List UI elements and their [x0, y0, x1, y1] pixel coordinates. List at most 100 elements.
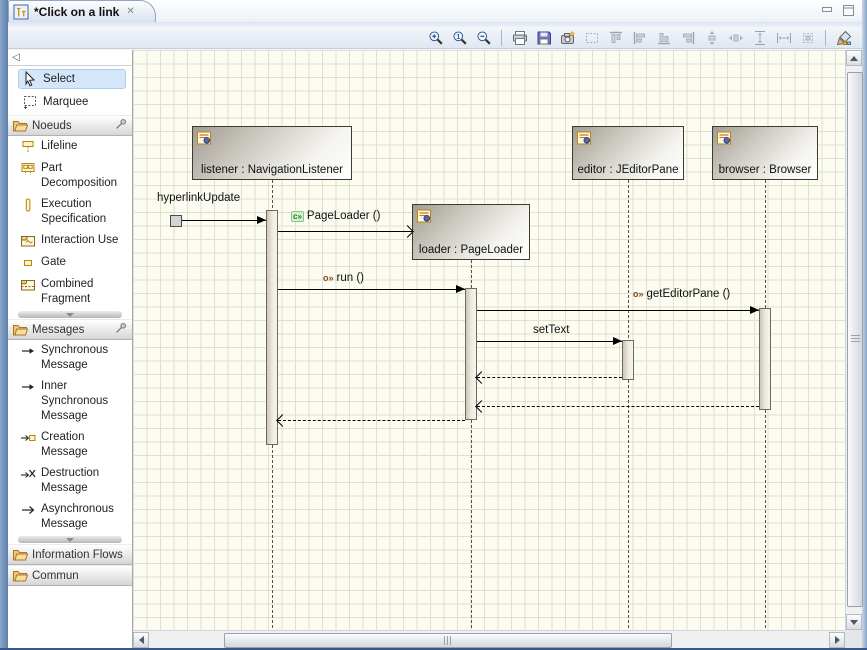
- lifeline-head-listener[interactable]: listener : NavigationListener: [192, 126, 352, 180]
- activation-loader[interactable]: [465, 288, 477, 420]
- distribute-vertical-button: [703, 29, 720, 46]
- palette-item-combined-fragment[interactable]: Combined Fragment: [8, 274, 132, 310]
- palette-tool-label: Select: [43, 73, 75, 85]
- creation-message-badge-icon: c»: [291, 210, 304, 222]
- palette-item-interaction-use[interactable]: Interaction Use: [8, 230, 132, 252]
- message-label-settext[interactable]: setText: [533, 324, 569, 336]
- palette-tool-label: Marquee: [43, 96, 89, 108]
- palette-item-lifeline[interactable]: Lifeline: [8, 136, 132, 158]
- lifeline-name: editor : JEditorPane: [577, 164, 679, 176]
- palette-item-synchronous-message[interactable]: Synchronous Message: [8, 340, 132, 376]
- message-label-geteditorpane[interactable]: o» getEditorPane (): [633, 288, 730, 300]
- lifeline-head-loader[interactable]: loader : PageLoader: [412, 204, 530, 260]
- drawer-label: Noeuds: [32, 119, 72, 132]
- scroll-up-button[interactable]: [846, 50, 862, 66]
- scroll-down-button[interactable]: [846, 614, 862, 630]
- zoom-in-button[interactable]: [427, 29, 444, 46]
- diagram-canvas[interactable]: listener : NavigationListener loader : P…: [133, 50, 845, 630]
- arrowhead-filled: [257, 216, 266, 224]
- match-width-button: [775, 29, 792, 46]
- minimize-view-button[interactable]: [820, 3, 835, 18]
- inner-synchronous-message-icon: [20, 379, 36, 395]
- found-message-endpoint[interactable]: [170, 215, 182, 227]
- svg-text:1: 1: [456, 32, 460, 41]
- palette-drawer-noeuds[interactable]: Noeuds: [8, 115, 132, 136]
- message-label-pageloader[interactable]: c» PageLoader (): [291, 210, 380, 222]
- diagram-toolbar: 1: [8, 27, 862, 49]
- destruction-message-icon: [20, 466, 36, 482]
- message-label-hyperlinkupdate[interactable]: hyperlinkUpdate: [157, 192, 240, 204]
- tab-close-icon[interactable]: ✕: [126, 6, 134, 17]
- lifeline-icon: [20, 139, 36, 155]
- sequence-diagram-icon: [13, 4, 29, 20]
- lifeline-head-icon: [576, 130, 683, 151]
- horizontal-scrollbar-thumb[interactable]: [224, 633, 672, 648]
- save-button[interactable]: [535, 29, 552, 46]
- snapshot-button[interactable]: [559, 29, 576, 46]
- palette-item-part-decomposition[interactable]: Part Decomposition: [8, 158, 132, 194]
- align-top-button: [607, 29, 624, 46]
- activation-editor[interactable]: [622, 340, 634, 380]
- auto-size-button: [799, 29, 816, 46]
- reply-line-loader-to-listener[interactable]: [278, 420, 465, 421]
- window-frame-left: [0, 0, 8, 650]
- activation-listener[interactable]: [266, 210, 278, 445]
- lifeline-head-editor[interactable]: editor : JEditorPane: [572, 126, 684, 180]
- scrollbar-corner: [845, 630, 862, 648]
- lifeline-head-icon: [196, 130, 351, 151]
- maximize-view-button[interactable]: [841, 3, 856, 18]
- lifeline-line-editor[interactable]: [628, 180, 629, 628]
- zoom-original-button[interactable]: 1: [451, 29, 468, 46]
- palette-drawer-messages[interactable]: Messages: [8, 319, 132, 340]
- scroll-right-button[interactable]: [829, 632, 845, 648]
- arrowhead-filled: [456, 285, 465, 293]
- palette-collapse-bar[interactable]: ◁: [8, 50, 132, 66]
- palette-item-creation-message[interactable]: Creation Message: [8, 427, 132, 463]
- reply-line-editor-to-loader[interactable]: [477, 377, 622, 378]
- message-label-run[interactable]: o» run (): [323, 272, 364, 284]
- reply-line-browser-to-loader[interactable]: [477, 406, 759, 407]
- palette-item-inner-synchronous-message[interactable]: Inner Synchronous Message: [8, 376, 132, 427]
- palette-tool-marquee[interactable]: Marquee: [18, 92, 126, 112]
- message-line-hyperlinkupdate[interactable]: [182, 220, 266, 221]
- palette-collapse-icon[interactable]: ◁: [12, 52, 20, 63]
- activation-browser[interactable]: [759, 308, 771, 410]
- zoom-out-button[interactable]: [475, 29, 492, 46]
- asynchronous-message-icon: [20, 502, 36, 518]
- pin-icon[interactable]: [114, 321, 128, 338]
- message-line-geteditorpane[interactable]: [477, 310, 759, 311]
- palette-item-asynchronous-message[interactable]: Asynchronous Message: [8, 499, 132, 535]
- open-folder-icon: [12, 118, 28, 134]
- synchronous-message-icon: [20, 343, 36, 359]
- palette-item-destruction-message[interactable]: Destruction Message: [8, 463, 132, 499]
- lifeline-head-browser[interactable]: browser : Browser: [712, 126, 818, 180]
- arrowhead-filled: [750, 306, 759, 314]
- palette-drawer-information-flows[interactable]: Information Flows: [8, 544, 132, 565]
- horizontal-scrollbar[interactable]: [133, 630, 845, 648]
- execution-specification-icon: [20, 197, 36, 213]
- palette-tool-select[interactable]: Select: [18, 69, 126, 89]
- marquee-zoom-button: [583, 29, 600, 46]
- palette-item-gate[interactable]: Gate: [8, 252, 132, 274]
- arrowhead-open: [475, 400, 488, 413]
- message-line-run[interactable]: [278, 289, 465, 290]
- lifeline-name: listener : NavigationListener: [201, 164, 343, 176]
- editor-tab[interactable]: *Click on a link ✕: [8, 0, 156, 22]
- print-button[interactable]: [511, 29, 528, 46]
- palette-scroll-down-indicator[interactable]: [18, 536, 122, 543]
- sync-message-badge-icon: o»: [323, 272, 334, 283]
- gate-icon: [20, 255, 36, 271]
- message-line-settext[interactable]: [477, 341, 622, 342]
- vertical-scrollbar-thumb[interactable]: [847, 72, 863, 607]
- vertical-scrollbar[interactable]: [845, 50, 863, 630]
- appearance-button[interactable]: [835, 29, 852, 46]
- scroll-left-button[interactable]: [133, 632, 149, 648]
- palette-item-execution-specification[interactable]: Execution Specification: [8, 194, 132, 230]
- palette-drawer-commun[interactable]: Commun: [8, 565, 132, 586]
- pin-icon[interactable]: [114, 117, 128, 134]
- palette-scroll-down-indicator[interactable]: [18, 311, 122, 318]
- part-decomposition-icon: [20, 161, 36, 177]
- message-line-pageloader[interactable]: [278, 231, 412, 232]
- arrowhead-open: [475, 371, 488, 384]
- lifeline-head-icon: [716, 130, 817, 151]
